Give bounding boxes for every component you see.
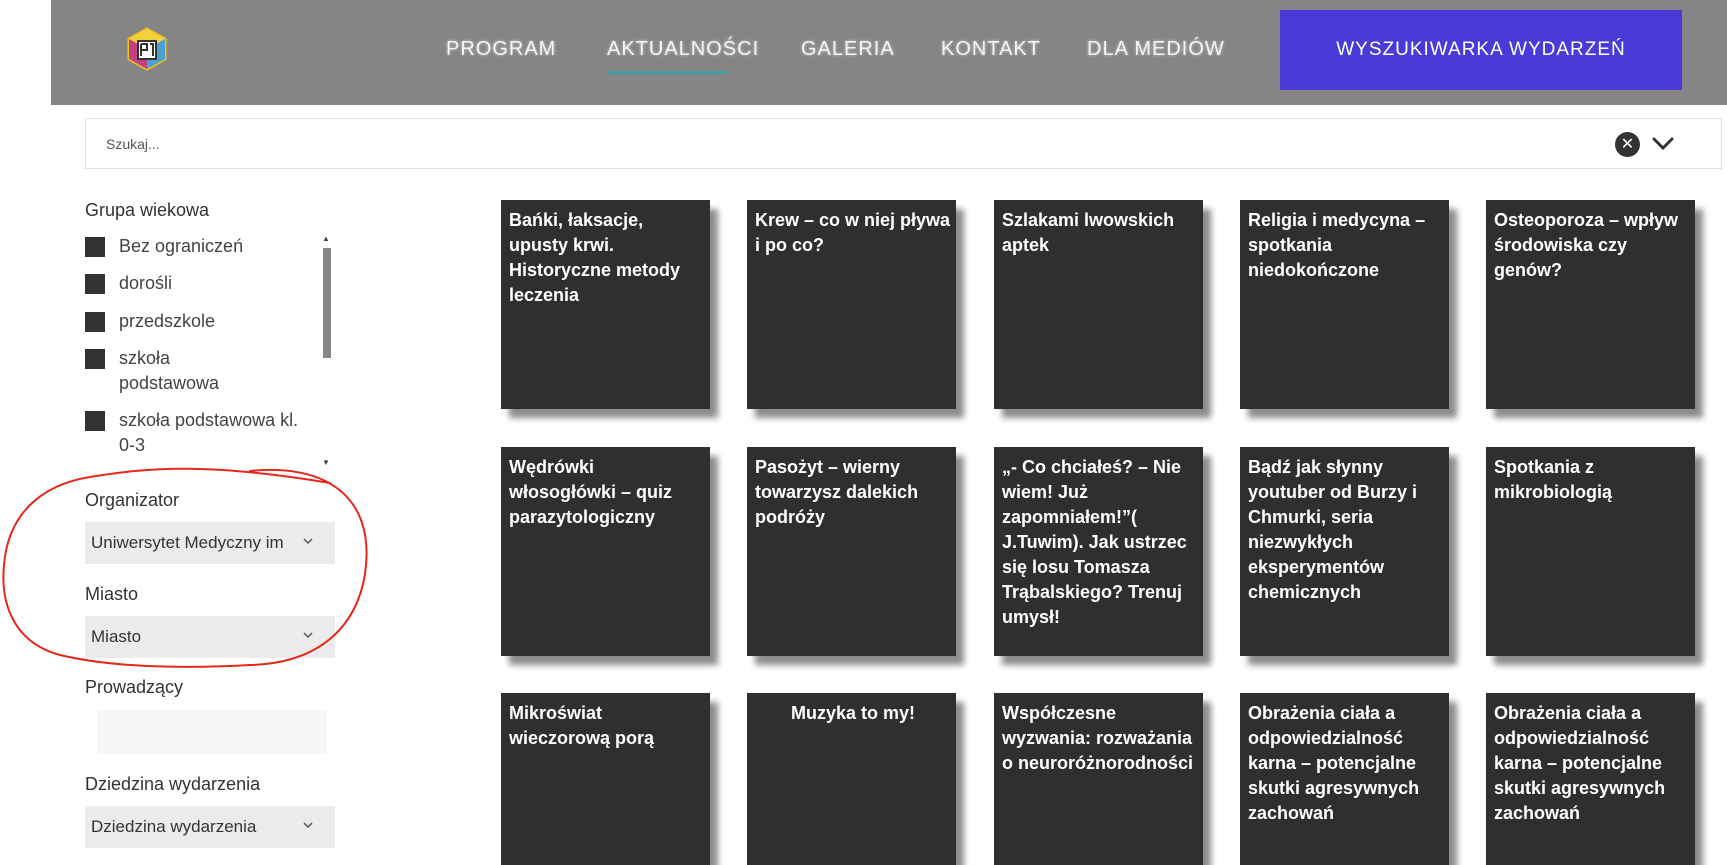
event-title: „- Co chciałeś? – Nie wiem! Już zapomnia…: [1002, 457, 1187, 627]
organizer-select[interactable]: Uniwersytet Medyczny im: [85, 522, 335, 564]
checkbox-label: szkoła podstawowa kl. 0-3: [119, 410, 299, 455]
scroll-up-icon[interactable]: ▲: [322, 234, 330, 243]
age-group-list: Bez ograniczeń dorośli przedszkole szkoł…: [85, 228, 335, 458]
chevron-down-icon: [303, 538, 313, 545]
checkbox[interactable]: [85, 349, 105, 369]
search-input[interactable]: [106, 133, 1406, 155]
city-label: Miasto: [85, 584, 139, 604]
event-title: Mikroświat wieczorową porą: [509, 703, 655, 748]
logo-icon[interactable]: [125, 27, 169, 71]
event-title: Bańki, łaksacje, upusty krwi. Historyczn…: [509, 210, 681, 305]
age-option-szkola-podstawowa[interactable]: szkoła podstawowa: [85, 346, 239, 396]
event-title: Osteoporoza – wpływ środowiska czy genów…: [1494, 210, 1679, 280]
checkbox[interactable]: [85, 237, 105, 257]
active-nav-indicator: [607, 71, 727, 74]
event-card[interactable]: Religia i medycyna – spotkania niedokońc…: [1240, 200, 1449, 409]
checkbox[interactable]: [85, 411, 105, 431]
domain-selected-value: Dziedzina wydarzenia: [91, 817, 257, 836]
event-card[interactable]: Współczesne wyzwania: rozważania o neuro…: [994, 693, 1203, 865]
event-card[interactable]: Wędrówki włosogłówki – quiz parazytologi…: [501, 447, 710, 656]
chevron-down-icon: [303, 632, 313, 639]
event-title: Bądź jak słynny youtuber od Burzy i Chmu…: [1248, 457, 1418, 602]
event-card[interactable]: Krew – co w niej pływa i po co?: [747, 200, 956, 409]
event-card[interactable]: Spotkania z mikrobiologią: [1486, 447, 1695, 656]
event-title: Obrażenia ciała a odpowiedzialność karna…: [1248, 703, 1420, 823]
search-bar: ✕: [85, 118, 1722, 169]
event-card[interactable]: „- Co chciałeś? – Nie wiem! Już zapomnia…: [994, 447, 1203, 656]
checkbox-label: szkoła podstawowa: [119, 348, 220, 393]
checkbox-label: dorośli: [119, 273, 173, 293]
city-select[interactable]: Miasto: [85, 616, 335, 658]
age-option-dorosli[interactable]: dorośli: [85, 271, 289, 296]
age-option-bez-ograniczen[interactable]: Bez ograniczeń: [85, 234, 289, 259]
event-card[interactable]: Osteoporoza – wpływ środowiska czy genów…: [1486, 200, 1695, 409]
event-title: Spotkania z mikrobiologią: [1494, 457, 1613, 502]
event-title: Współczesne wyzwania: rozważania o neuro…: [1002, 703, 1193, 773]
organizer-selected-value: Uniwersytet Medyczny im: [91, 533, 284, 552]
host-label: Prowadzący: [85, 677, 184, 697]
domain-label: Dziedzina wydarzenia: [85, 774, 261, 794]
event-title: Wędrówki włosogłówki – quiz parazytologi…: [509, 457, 673, 527]
checkbox[interactable]: [85, 274, 105, 294]
event-card[interactable]: Mikroświat wieczorową porą: [501, 693, 710, 865]
nav-galeria[interactable]: GALERIA: [801, 38, 895, 61]
event-card[interactable]: Bądź jak słynny youtuber od Burzy i Chmu…: [1240, 447, 1449, 656]
event-title: Pasożyt – wierny towarzysz dalekich podr…: [755, 457, 919, 527]
scroll-down-icon[interactable]: ▼: [322, 458, 330, 467]
event-card[interactable]: Pasożyt – wierny towarzysz dalekich podr…: [747, 447, 956, 656]
event-title: Religia i medycyna – spotkania niedokońc…: [1248, 210, 1426, 280]
age-group-label: Grupa wiekowa: [85, 200, 210, 220]
domain-select[interactable]: Dziedzina wydarzenia: [85, 806, 335, 848]
event-card[interactable]: Obrażenia ciała a odpowiedzialność karna…: [1486, 693, 1695, 865]
site-header: PROGRAM AKTUALNOŚCI GALERIA KONTAKT DLA …: [51, 0, 1727, 105]
organizer-label: Organizator: [85, 490, 180, 510]
checkbox-label: Bez ograniczeń: [119, 236, 244, 256]
age-option-szkola-podstawowa-kl-0-3[interactable]: szkoła podstawowa kl. 0-3: [85, 408, 299, 458]
event-card[interactable]: Obrażenia ciała a odpowiedzialność karna…: [1240, 693, 1449, 865]
nav-dla-mediow[interactable]: DLA MEDIÓW: [1087, 38, 1225, 61]
event-title: Krew – co w niej pływa i po co?: [755, 210, 951, 255]
event-title: Obrażenia ciała a odpowiedzialność karna…: [1494, 703, 1666, 823]
clear-icon[interactable]: ✕: [1615, 132, 1640, 157]
event-title: Szlakami lwowskich aptek: [1002, 210, 1175, 255]
nav-program[interactable]: PROGRAM: [446, 38, 556, 61]
scrollbar-thumb[interactable]: [323, 248, 331, 358]
checkbox-label: przedszkole: [119, 311, 216, 331]
host-input[interactable]: [97, 710, 327, 754]
event-card[interactable]: Szlakami lwowskich aptek: [994, 200, 1203, 409]
event-search-button[interactable]: WYSZUKIWARKA WYDARZEŃ: [1280, 10, 1682, 90]
event-card[interactable]: Muzyka to my!: [747, 693, 956, 865]
chevron-down-icon[interactable]: [1650, 130, 1676, 156]
city-selected-value: Miasto: [91, 627, 142, 646]
checkbox[interactable]: [85, 312, 105, 332]
event-title: Muzyka to my!: [790, 703, 916, 723]
event-card[interactable]: Bańki, łaksacje, upusty krwi. Historyczn…: [501, 200, 710, 409]
age-option-przedszkole[interactable]: przedszkole: [85, 309, 289, 334]
chevron-down-icon: [303, 822, 313, 829]
nav-aktualnosci[interactable]: AKTUALNOŚCI: [607, 38, 759, 61]
page: PROGRAM AKTUALNOŚCI GALERIA KONTAKT DLA …: [0, 0, 1727, 865]
nav-kontakt[interactable]: KONTAKT: [941, 38, 1041, 61]
